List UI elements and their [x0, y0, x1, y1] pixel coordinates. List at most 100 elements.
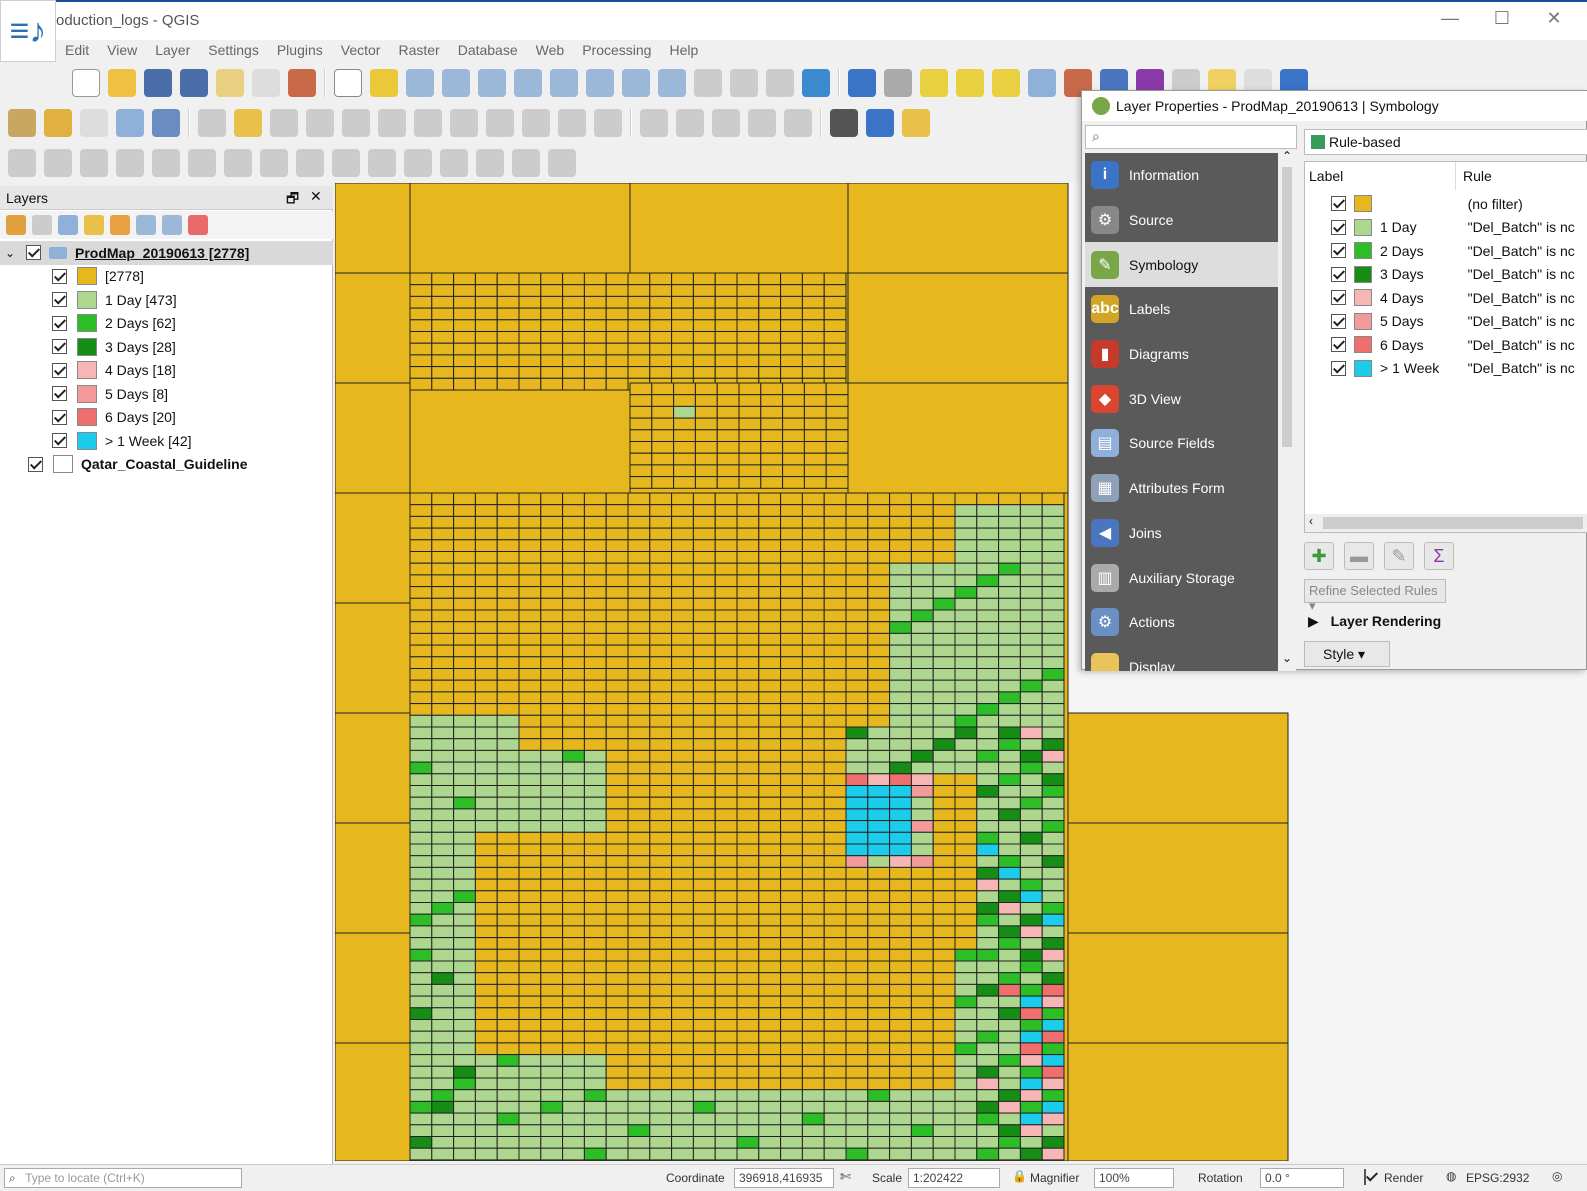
- delete-selected-icon[interactable]: [414, 109, 442, 137]
- paste-features-icon[interactable]: [522, 109, 550, 137]
- merge-attributes-icon[interactable]: [476, 149, 504, 177]
- save-as-icon[interactable]: [180, 69, 208, 97]
- zoom-selection-icon[interactable]: [550, 69, 578, 97]
- python-console-icon[interactable]: [866, 109, 894, 137]
- new-geopackage-icon[interactable]: [44, 109, 72, 137]
- scroll-down-icon[interactable]: ⌄: [1282, 651, 1292, 665]
- sidebar-item-attributes-form[interactable]: ▦ Attributes Form: [1085, 466, 1278, 511]
- float-panel-icon[interactable]: 🗗: [286, 188, 299, 212]
- layer-visibility-checkbox[interactable]: [28, 456, 43, 472]
- digitize-icon[interactable]: [116, 109, 144, 137]
- add-vector-icon[interactable]: [80, 109, 108, 137]
- zoom-layer-icon[interactable]: [586, 69, 614, 97]
- simplify-feature-icon[interactable]: [80, 149, 108, 177]
- legend-item-checkbox[interactable]: [52, 339, 67, 355]
- rule-row[interactable]: 4 Days "Del_Batch" is nc: [1305, 286, 1587, 310]
- refresh-icon[interactable]: [802, 69, 830, 97]
- coordinate-field[interactable]: 396918,416935: [734, 1168, 834, 1188]
- close-window-button[interactable]: ✕: [1534, 8, 1574, 34]
- style-manager-icon[interactable]: [288, 69, 316, 97]
- rule-checkbox[interactable]: [1331, 337, 1346, 353]
- run-action-icon[interactable]: [884, 69, 912, 97]
- layer-icon[interactable]: [152, 109, 180, 137]
- close-panel-icon[interactable]: ✕: [310, 188, 322, 205]
- toggle-editing-icon[interactable]: [234, 109, 262, 137]
- render-checkbox[interactable]: [1364, 1169, 1366, 1185]
- sidebar-item-auxiliary-storage[interactable]: ▥ Auxiliary Storage: [1085, 555, 1278, 600]
- legend-item[interactable]: 2 Days [62]: [0, 312, 333, 336]
- legend-item-checkbox[interactable]: [52, 409, 67, 425]
- legend-item-checkbox[interactable]: [52, 268, 67, 284]
- add-ellipse-icon[interactable]: [712, 109, 740, 137]
- rule-row[interactable]: 3 Days "Del_Batch" is nc: [1305, 263, 1587, 287]
- menu-edit[interactable]: Edit: [56, 40, 98, 64]
- rotation-field[interactable]: 0.0 °: [1260, 1168, 1344, 1188]
- scrollbar-thumb[interactable]: [1282, 167, 1292, 447]
- renderer-select[interactable]: Rule-based: [1304, 129, 1587, 155]
- cut-features-icon[interactable]: [450, 109, 478, 137]
- layer-name[interactable]: Qatar_Coastal_Guideline: [81, 456, 248, 472]
- plugin-icon[interactable]: [830, 109, 858, 137]
- deselect-icon[interactable]: [992, 69, 1020, 97]
- legend-item[interactable]: 6 Days [20]: [0, 406, 333, 430]
- new-project-icon[interactable]: [72, 69, 100, 97]
- digitize-curve-icon[interactable]: [640, 109, 668, 137]
- sidebar-item-information[interactable]: i Information: [1085, 153, 1278, 198]
- new-bookmark-icon[interactable]: [730, 69, 758, 97]
- split-features-icon[interactable]: [368, 149, 396, 177]
- magnifier-field[interactable]: 100%: [1094, 1168, 1174, 1188]
- fill-ring-icon[interactable]: [188, 149, 216, 177]
- maximize-button[interactable]: ☐: [1482, 8, 1522, 34]
- remove-rule-button[interactable]: ▬: [1344, 542, 1374, 570]
- menu-help[interactable]: Help: [660, 40, 707, 64]
- offset-curve-icon[interactable]: [332, 149, 360, 177]
- rule-checkbox[interactable]: [1331, 290, 1346, 306]
- sidebar-item-source[interactable]: ⚙ Source: [1085, 198, 1278, 243]
- menu-web[interactable]: Web: [527, 40, 574, 64]
- filter-legend-icon[interactable]: [84, 215, 104, 235]
- expand-all-icon[interactable]: [136, 215, 156, 235]
- menu-raster[interactable]: Raster: [389, 40, 448, 64]
- legend-item[interactable]: 3 Days [28]: [0, 335, 333, 359]
- sidebar-item-display[interactable]: Display: [1085, 645, 1278, 671]
- search-input[interactable]: ⌕: [1085, 125, 1297, 149]
- print-layout-icon[interactable]: [216, 69, 244, 97]
- pan-to-selection-icon[interactable]: [370, 69, 398, 97]
- extents-toggle-icon[interactable]: ✄: [840, 1169, 851, 1185]
- move-feature-icon[interactable]: [8, 149, 36, 177]
- zoom-full-icon[interactable]: [514, 69, 542, 97]
- rule-row[interactable]: (no filter): [1305, 192, 1587, 216]
- add-circle-icon[interactable]: [676, 109, 704, 137]
- save-project-icon[interactable]: [144, 69, 172, 97]
- delete-ring-icon[interactable]: [224, 149, 252, 177]
- legend-item-checkbox[interactable]: [52, 362, 67, 378]
- rule-row[interactable]: 1 Day "Del_Batch" is nc: [1305, 216, 1587, 240]
- legend-item-checkbox[interactable]: [52, 292, 67, 308]
- split-parts-icon[interactable]: [404, 149, 432, 177]
- filter-expression-icon[interactable]: [110, 215, 130, 235]
- sidebar-item-symbology[interactable]: ✎ Symbology: [1085, 242, 1278, 288]
- menu-plugins[interactable]: Plugins: [268, 40, 332, 64]
- legend-item-checkbox[interactable]: [52, 433, 67, 449]
- modify-attributes-icon[interactable]: [378, 109, 406, 137]
- sidebar-item-labels[interactable]: abc Labels: [1085, 287, 1278, 332]
- rule-checkbox[interactable]: [1331, 196, 1346, 212]
- offset-symbols-icon[interactable]: [548, 149, 576, 177]
- legend-item-checkbox[interactable]: [52, 315, 67, 331]
- layer-visibility-checkbox[interactable]: [26, 245, 41, 261]
- add-polygon-icon[interactable]: [784, 109, 812, 137]
- rule-checkbox[interactable]: [1331, 219, 1346, 235]
- legend-item[interactable]: > 1 Week [42]: [0, 429, 333, 453]
- reshape-features-icon[interactable]: [296, 149, 324, 177]
- chevron-down-icon[interactable]: ⌄: [0, 246, 20, 260]
- sidebar-item-3d-view[interactable]: ◆ 3D View: [1085, 376, 1278, 421]
- horizontal-scrollbar[interactable]: ‹: [1305, 514, 1587, 532]
- layer-row-coastal[interactable]: Qatar_Coastal_Guideline: [0, 453, 333, 477]
- layer-name[interactable]: ProdMap_20190613 [2778]: [75, 245, 249, 261]
- merge-features-icon[interactable]: [440, 149, 468, 177]
- label-toolbar-icon[interactable]: [902, 109, 930, 137]
- redo-icon[interactable]: [594, 109, 622, 137]
- rule-row[interactable]: 5 Days "Del_Batch" is nc: [1305, 310, 1587, 334]
- minimize-button[interactable]: —: [1430, 8, 1470, 34]
- style-panel-icon[interactable]: [6, 215, 26, 235]
